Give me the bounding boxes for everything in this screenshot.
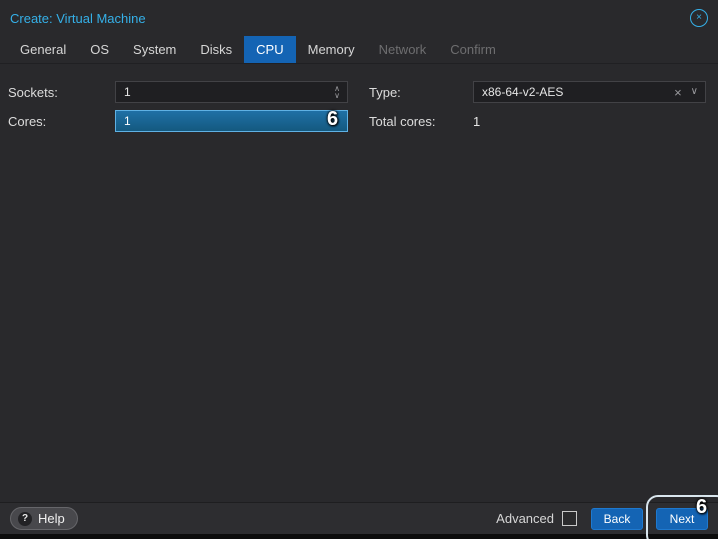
type-combo-icons: × ∨ [667, 82, 705, 102]
tab-memory[interactable]: Memory [296, 36, 367, 63]
tab-system[interactable]: System [121, 36, 188, 63]
tab-cpu[interactable]: CPU [244, 36, 295, 63]
spinner-down-icon[interactable]: ∨ [334, 92, 340, 99]
cpu-form: Sockets: ∧ ∨ Type: × ∨ Cores: [0, 64, 718, 132]
sockets-input[interactable] [115, 81, 348, 103]
cores-fieldwrap [115, 110, 348, 132]
dialog-bottom-edge [0, 534, 718, 539]
advanced-checkbox[interactable] [562, 511, 577, 526]
tab-general[interactable]: General [8, 36, 78, 63]
cores-input[interactable] [115, 110, 348, 132]
close-icon[interactable]: × [690, 9, 708, 27]
chevron-down-icon[interactable]: ∨ [691, 87, 698, 97]
tab-os[interactable]: OS [78, 36, 121, 63]
help-button[interactable]: ? Help [10, 507, 78, 530]
form-row-sockets-type: Sockets: ∧ ∨ Type: × ∨ [8, 81, 706, 103]
clear-icon[interactable]: × [674, 86, 682, 99]
tab-bar: General OS System Disks CPU Memory Netwo… [0, 36, 718, 64]
dialog-footer: ? Help Advanced Back Next [0, 502, 718, 534]
sockets-spinner[interactable]: ∧ ∨ [327, 82, 347, 102]
tab-confirm: Confirm [438, 36, 508, 63]
next-button[interactable]: Next [656, 508, 708, 530]
dialog-title: Create: Virtual Machine [10, 11, 146, 26]
total-cores-value: 1 [473, 114, 706, 129]
help-icon: ? [18, 512, 32, 526]
dialog-titlebar: Create: Virtual Machine × [0, 0, 718, 36]
tab-network: Network [367, 36, 439, 63]
type-label: Type: [369, 85, 473, 100]
create-vm-dialog: Create: Virtual Machine × General OS Sys… [0, 0, 718, 539]
help-button-label: Help [38, 511, 65, 526]
back-button[interactable]: Back [591, 508, 643, 530]
form-row-cores-total: Cores: Total cores: 1 [8, 110, 706, 132]
advanced-label: Advanced [496, 511, 554, 526]
type-fieldwrap: × ∨ [473, 81, 706, 103]
sockets-fieldwrap: ∧ ∨ [115, 81, 348, 103]
cores-label: Cores: [8, 114, 115, 129]
total-cores-label: Total cores: [369, 114, 473, 129]
close-icon-glyph: × [696, 13, 702, 23]
sockets-label: Sockets: [8, 85, 115, 100]
tab-disks[interactable]: Disks [188, 36, 244, 63]
